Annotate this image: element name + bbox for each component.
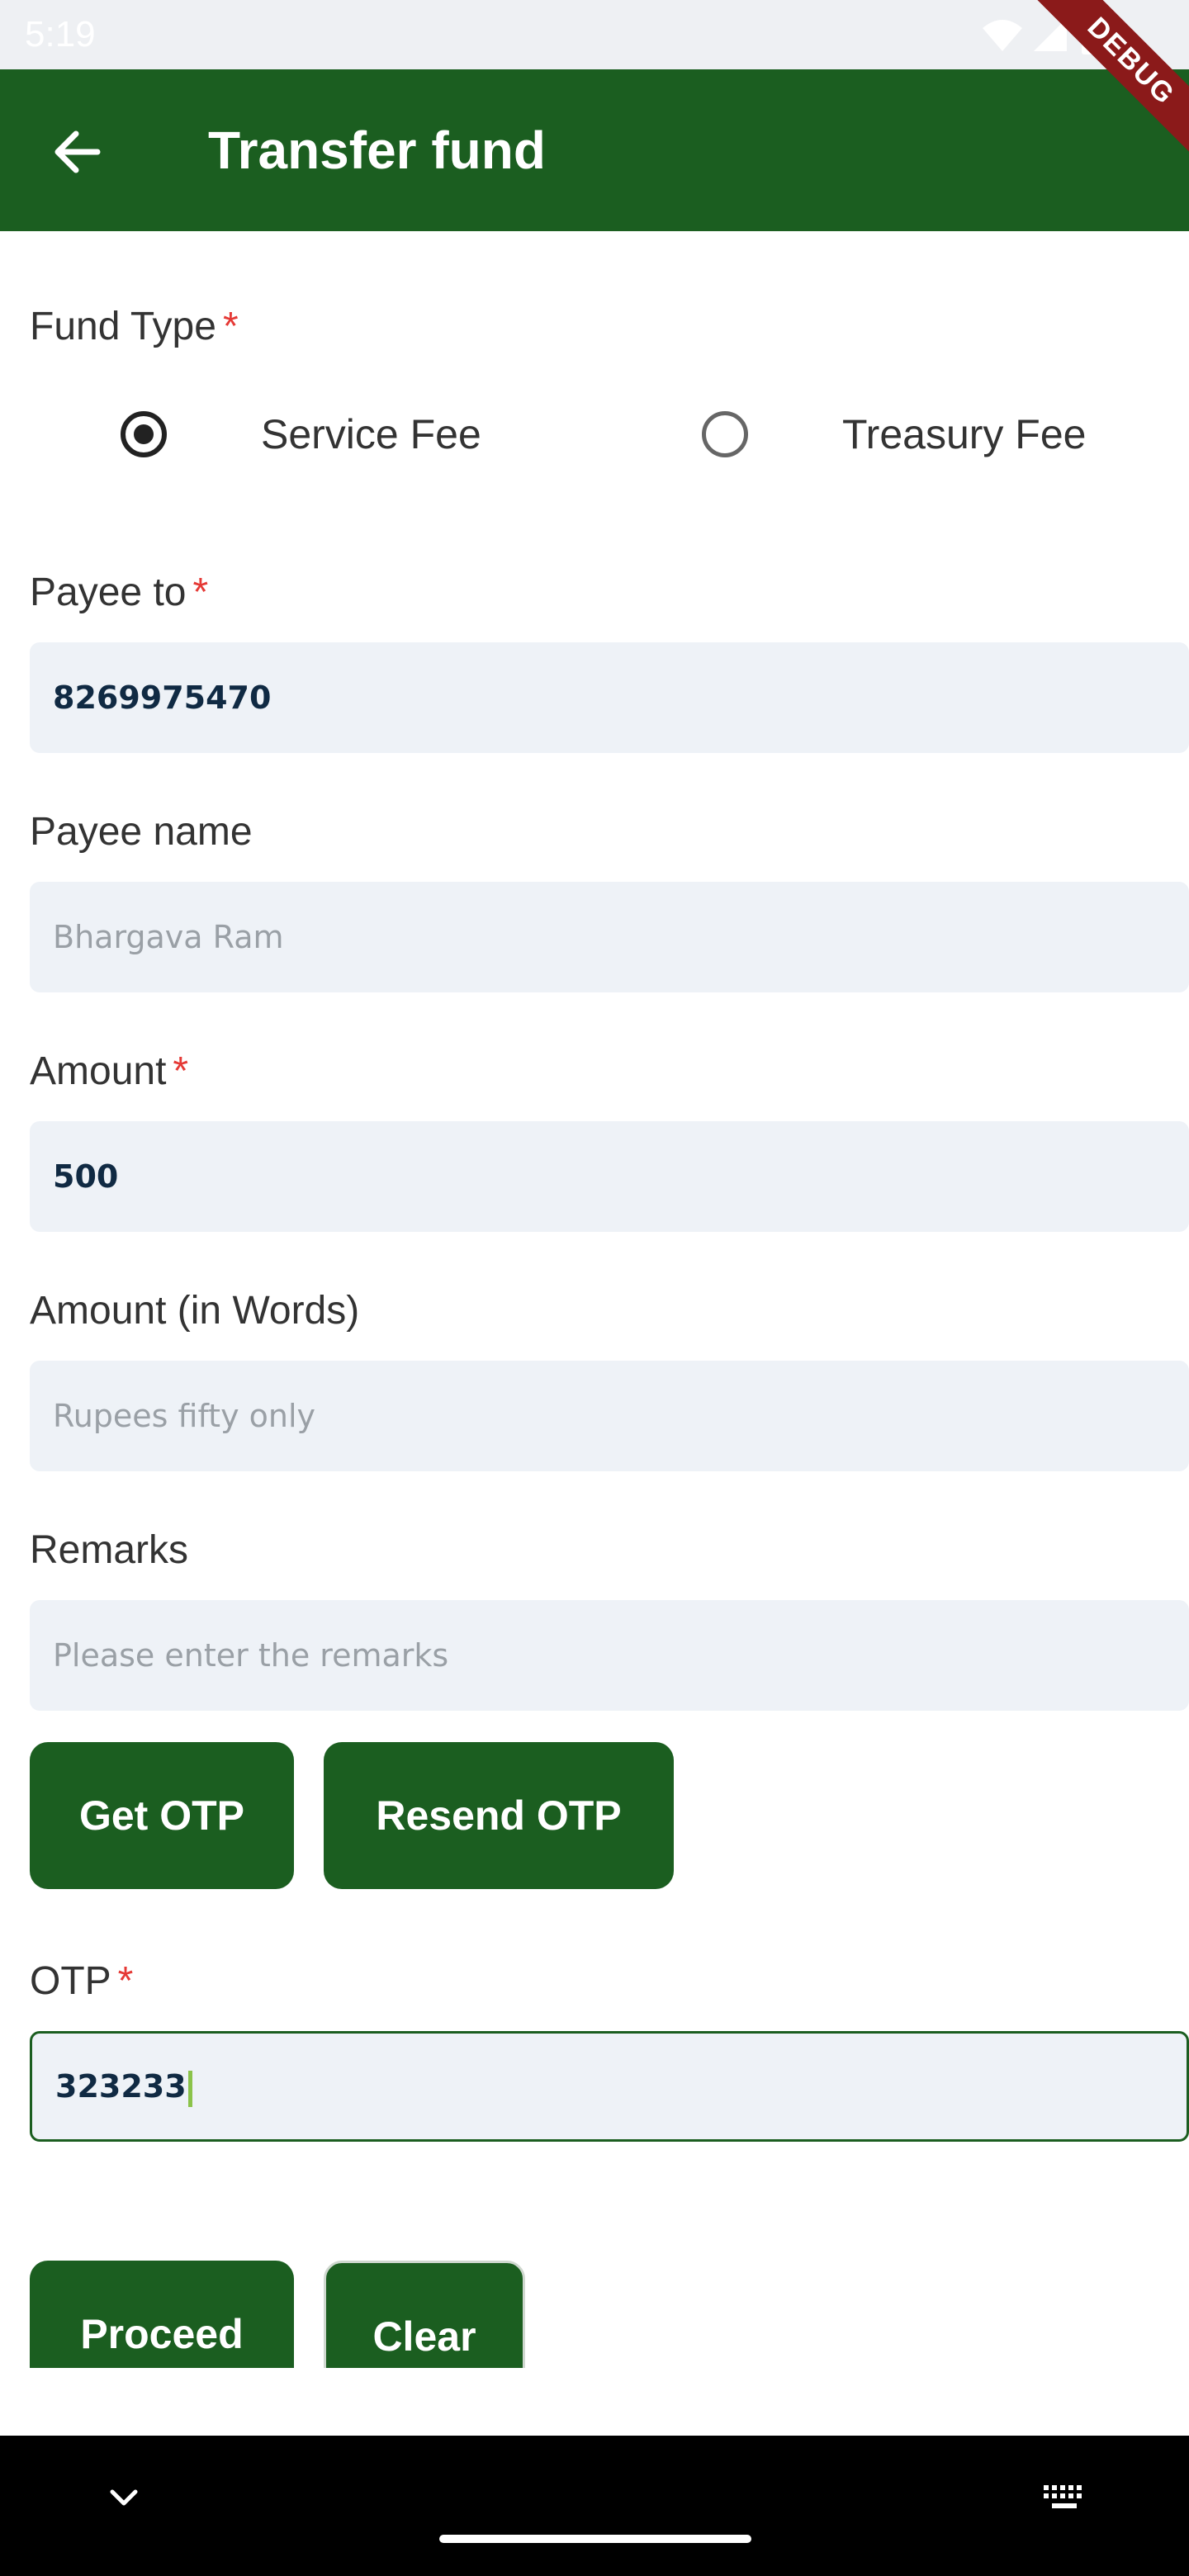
proceed-button[interactable]: Proceed — [30, 2261, 294, 2368]
radio-treasury-fee[interactable] — [702, 411, 748, 457]
status-time: 5:19 — [25, 14, 96, 54]
debug-banner: DEBUG — [1007, 0, 1189, 182]
fund-type-label-text: Fund Type — [30, 305, 216, 348]
radio-treasury-fee-label[interactable]: Treasury Fee — [842, 410, 1086, 459]
payee-to-input[interactable]: 8269975470 — [30, 642, 1189, 753]
remarks-label: Remarks — [30, 1526, 188, 1575]
payee-to-value: 8269975470 — [53, 680, 272, 716]
payee-name-input[interactable]: Bhargava Ram — [30, 882, 1189, 992]
amount-words-input[interactable]: Rupees fifty only — [30, 1361, 1189, 1471]
arrow-left-icon[interactable] — [48, 119, 114, 185]
amount-label-text: Amount — [30, 1049, 167, 1093]
page-title: Transfer fund — [208, 121, 546, 180]
otp-label: OTP * — [30, 1957, 133, 2006]
required-mark: * — [192, 571, 209, 614]
payee-to-label-text: Payee to — [30, 571, 187, 614]
remarks-input[interactable]: Please enter the remarks — [30, 1600, 1189, 1711]
chevron-down-icon[interactable] — [106, 2482, 142, 2515]
resend-otp-button[interactable]: Resend OTP — [324, 1742, 674, 1889]
amount-words-label-text: Amount (in Words) — [30, 1289, 360, 1333]
radio-service-fee[interactable] — [121, 411, 167, 457]
get-otp-button[interactable]: Get OTP — [30, 1742, 294, 1889]
amount-words-placeholder: Rupees fifty only — [53, 1398, 316, 1434]
action-buttons-row: Proceed Clear — [0, 2246, 1189, 2368]
radio-dot — [134, 424, 154, 444]
otp-label-text: OTP — [30, 1959, 111, 2003]
payee-name-placeholder: Bhargava Ram — [53, 919, 284, 955]
radio-service-fee-label[interactable]: Service Fee — [261, 410, 481, 459]
clear-button[interactable]: Clear — [324, 2261, 525, 2368]
keyboard-icon[interactable] — [1042, 2482, 1088, 2515]
fund-type-label: Fund Type * — [30, 302, 239, 352]
amount-words-label: Amount (in Words) — [30, 1286, 359, 1336]
payee-name-label: Payee name — [30, 807, 253, 857]
debug-banner-label: DEBUG — [1021, 0, 1189, 171]
home-pill-icon[interactable] — [439, 2535, 751, 2543]
amount-value: 500 — [53, 1158, 119, 1195]
otp-input[interactable]: 323233 — [30, 2031, 1189, 2142]
amount-label: Amount * — [30, 1047, 188, 1096]
system-nav-bar — [0, 2436, 1189, 2576]
otp-value-text: 323233 — [55, 2068, 187, 2105]
text-cursor — [187, 2070, 192, 2107]
remarks-label-text: Remarks — [30, 1528, 189, 1572]
required-mark: * — [173, 1049, 189, 1093]
remarks-placeholder: Please enter the remarks — [53, 1637, 449, 1674]
amount-input[interactable]: 500 — [30, 1121, 1189, 1232]
otp-value: 323233 — [55, 2031, 192, 2142]
required-mark: * — [117, 1959, 134, 2003]
payee-name-label-text: Payee name — [30, 810, 253, 854]
required-mark: * — [222, 305, 239, 348]
payee-to-label: Payee to * — [30, 568, 208, 618]
